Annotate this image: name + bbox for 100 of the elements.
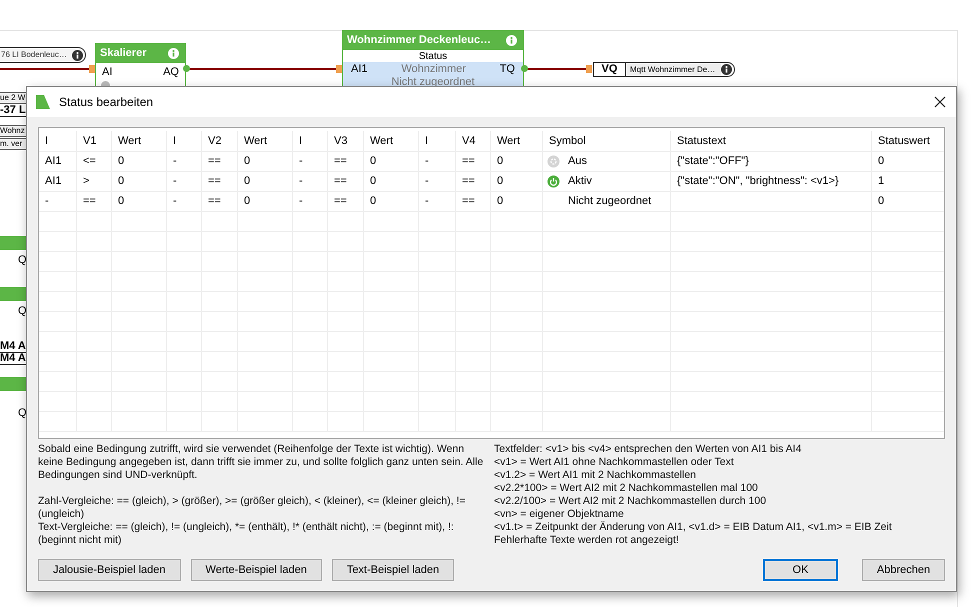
help-text: <v1.2> = Wert AI1 mit 2 Nachkommastellen [494,469,698,482]
column-header: I [167,131,202,151]
info-icon[interactable] [721,64,732,75]
output-tag[interactable]: VQ Mqtt Wohnzimmer De… [593,62,735,77]
wire [526,68,588,70]
block-title: Skalierer [100,46,146,62]
table-cell: 0 [112,172,167,191]
port-marker [89,65,95,73]
table-cell: - [419,172,456,191]
column-header: I [39,131,77,151]
block-header [0,377,26,391]
table-cell: 0 [238,172,293,191]
tag-label: 76 LI Bodenleuc… [1,49,68,61]
help-text: <v2.2*100> = Wert AI2 mit 2 Nachkommastellen mal 100 [494,482,759,495]
column-header: I [293,131,328,151]
help-text: Text-Vergleiche: == (gleich), != (ungleich), *= (enthält), !* (enthält nicht), := (beginnt mit), !: (beginnt nicht mit) [38,521,455,547]
help-text: <v1> = Wert AI1 ohne Nachkommastellen oder Text [494,456,735,469]
tag-text: Mqtt Wohnzimmer De… [626,63,721,76]
table-cell: == [456,192,491,211]
column-header: V1 [77,131,112,151]
help-text: Textfelder: <v1> bis <v4> entsprechen den Werten von AI1 bis AI4 [494,443,802,456]
table-cell: - [293,192,328,211]
table-cell: 0 [364,192,419,211]
table-cell: == [328,192,364,211]
table-cell: AI1 [39,172,77,191]
block-tag: ue 2 W [0,92,26,104]
table-cell: == [328,152,364,171]
info-icon[interactable] [72,50,83,60]
port-label: AQ [163,65,179,80]
help-text: Sobald eine Bedingung zutrifft, wird sie verwendet (Reihenfolge der Texte ist wichtig). Wenn keine Bedingung angegeben ist, dann trifft sie immer zu, und sollte folglich ganz unten sein. Alle Bedingungen sind UND-verknüpft. [38,443,484,482]
block-tag: m. ver [0,138,26,150]
column-header: V3 [328,131,364,151]
load-example-button[interactable]: Text-Beispiel laden [332,559,454,581]
column-header: Wert [112,131,167,151]
table-cell: 1 [872,172,944,191]
column-header: Symbol [543,131,671,151]
load-example-button[interactable]: Jalousie-Beispiel laden [38,559,181,581]
table-cell: AI1 [39,152,77,171]
table-cell: == [456,152,491,171]
column-header: Statustext [671,131,872,151]
table-cell: - [419,152,456,171]
table-cell: == [202,152,238,171]
column-header: Wert [491,131,543,151]
column-header: Statuswert [872,131,944,151]
port-label: Q [18,304,27,319]
help-text: Zahl-Vergleiche: == (gleich), > (größer), >= (größer gleich), < (kleiner), <= (kleiner gleich), != (ungleich) [38,495,466,521]
block-header [0,287,26,301]
column-header: Wert [364,131,419,151]
port-text: Wohnzimmer [401,62,466,77]
table-cell: == [77,192,112,211]
symbol-label: Aktiv [568,174,592,190]
block-header [0,236,26,250]
column-header: Wert [238,131,293,151]
ok-button[interactable]: OK [763,559,838,581]
table-cell: == [202,192,238,211]
cancel-button[interactable]: Abbrechen [862,559,945,581]
table-cell: {"state":"OFF"} [671,152,872,171]
table-cell: - [167,152,202,171]
table-cell: 0 [872,192,944,211]
table-cell: 0 [364,152,419,171]
close-icon[interactable] [934,96,946,108]
block-title: Wohnzimmer Deckenleuc… [347,33,492,48]
load-example-button[interactable]: Werte-Beispiel laden [190,559,322,581]
symbol-label: Aus [568,154,587,170]
table-cell: - [167,192,202,211]
port-marker [586,65,592,73]
input-tag[interactable]: 76 LI Bodenleuc… [0,47,86,63]
power-icon [547,175,560,188]
port-label: AI1 [351,62,368,77]
block-tag: Wohnz [0,125,26,137]
table-cell: 0 [491,192,543,211]
table-cell: == [328,172,364,191]
column-header: V2 [202,131,238,151]
port-text: Nicht zugeordnet [391,76,475,88]
column-header: I [419,131,456,151]
symbol-label: Nicht zugeordnet [568,194,652,210]
port-label: Q [18,253,27,268]
table-cell: {"state":"ON", "brightness": <v1>} [671,172,872,191]
table-cell: - [293,152,328,171]
table-cell: - [419,192,456,211]
table-cell: 0 [364,172,419,191]
table-cell: 0 [112,152,167,171]
table-cell: - [293,172,328,191]
table-cell: <= [77,152,112,171]
port-label: AI [102,65,112,80]
port-label: TQ [500,62,515,77]
table-cell: 0 [238,192,293,211]
table-cell: 0 [491,152,543,171]
table-cell: == [202,172,238,191]
column-header: V4 [456,131,491,151]
table-cell: 0 [872,152,944,171]
table-cell: 0 [491,172,543,191]
gear-icon [547,155,560,168]
table-cell: - [39,192,77,211]
help-text: <v1.t> = Zeitpunkt der Änderung von AI1, <v1.d> = EIB Datum AI1, <v1.m> = EIB Zeit [494,521,893,534]
port-marker [336,65,342,73]
block-subtitle: Status [418,50,448,64]
table-cell: 0 [238,152,293,171]
app-icon [35,94,51,110]
table-cell: 0 [112,192,167,211]
